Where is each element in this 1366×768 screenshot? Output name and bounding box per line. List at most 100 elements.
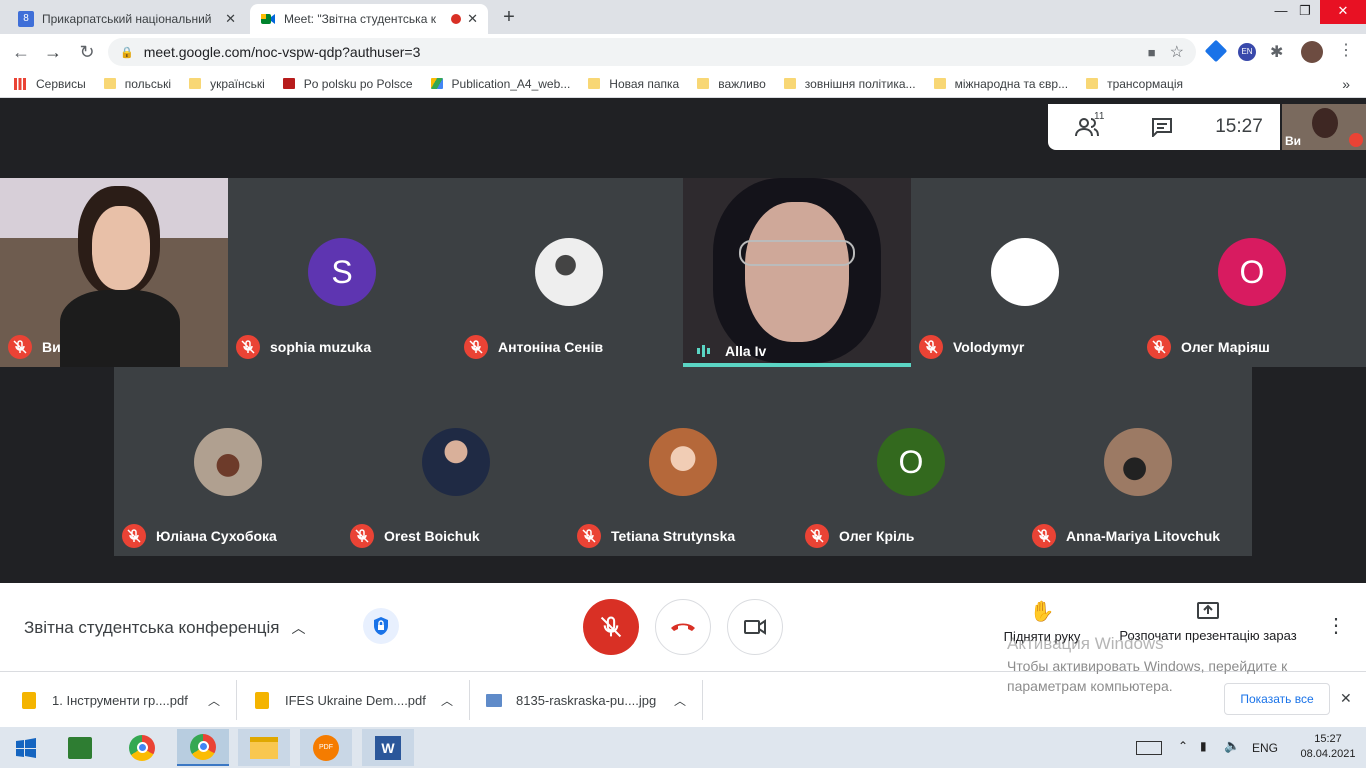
bookmark-folder[interactable]: українські — [189, 77, 265, 91]
camera-toggle-button[interactable] — [727, 599, 783, 655]
participant-tile[interactable]: Volodymyr — [911, 178, 1139, 367]
leave-call-button[interactable] — [655, 599, 711, 655]
participant-tile[interactable]: Ви — [0, 178, 228, 367]
video-camera-icon — [744, 619, 766, 635]
participant-tile[interactable]: Tetiana Strutynska — [569, 367, 797, 556]
extension-icon[interactable] — [1204, 39, 1228, 63]
close-downloads-icon[interactable]: ✕ — [1340, 690, 1352, 707]
tab-university[interactable]: 8 Прикарпатський національний ✕ — [8, 4, 246, 34]
glasses-shape — [739, 240, 855, 266]
back-icon[interactable]: ← — [10, 42, 32, 64]
tab-meet[interactable]: Meet: "Звітна студентська к ✕ — [250, 4, 488, 34]
download-item[interactable]: IFES Ukraine Dem....pdf ︿ — [237, 680, 470, 720]
participant-label: Ви — [8, 335, 61, 359]
bookmark-link[interactable]: Publication_A4_web... — [430, 77, 570, 91]
participant-tile[interactable]: О Олег Маріяш — [1139, 178, 1366, 367]
puzzle-icon[interactable]: ✱ — [1270, 42, 1283, 62]
volume-icon[interactable]: 🔈 — [1224, 738, 1240, 754]
bookmark-star-icon[interactable]: ☆ — [1170, 42, 1184, 62]
mic-off-icon — [350, 524, 374, 548]
show-hidden-icons[interactable]: ⌃ — [1178, 739, 1188, 753]
tab-title: Прикарпатський національний — [42, 12, 212, 26]
bookmark-label: польські — [124, 76, 172, 91]
language-extension-icon[interactable]: EN — [1238, 43, 1256, 61]
show-all-downloads-button[interactable]: Показать все — [1224, 683, 1330, 715]
pdf-reader-icon[interactable]: PDF — [300, 729, 352, 766]
url-text: meet.google.com/noc-vspw-qdp?authuser=3 — [143, 44, 421, 60]
camera-icon[interactable]: ■ — [1148, 45, 1156, 60]
participant-tile[interactable]: О Олег Кріль — [797, 367, 1024, 556]
meeting-time: 15:27 — [1215, 116, 1263, 137]
participant-avatar: О — [877, 428, 945, 496]
more-options-icon[interactable]: ⋮ — [1326, 613, 1346, 638]
chrome-icon[interactable] — [116, 729, 168, 766]
downloads-bar: 1. Інструменти гр....pdf ︿ IFES Ukraine … — [0, 658, 1366, 727]
mic-off-icon — [577, 524, 601, 548]
mic-off-icon — [464, 335, 488, 359]
clock[interactable]: 15:27 08.04.2021 — [1300, 732, 1356, 762]
close-tab-icon[interactable]: ✕ — [467, 11, 478, 27]
recording-icon — [451, 14, 462, 24]
close-window-button[interactable]: ✕ — [1320, 0, 1366, 24]
network-icon[interactable]: ▮ — [1200, 739, 1207, 753]
microphone-toggle-button[interactable] — [583, 599, 639, 655]
download-item[interactable]: 8135-raskraska-pu....jpg ︿ — [470, 680, 703, 720]
participant-tile[interactable]: Orest Boichuk — [342, 367, 569, 556]
word-icon[interactable]: W — [362, 729, 414, 766]
file-explorer-icon[interactable] — [238, 729, 290, 766]
bookmark-label: трансормація — [1107, 76, 1183, 91]
shield-lock-icon — [374, 617, 388, 635]
participant-label: Orest Boichuk — [350, 524, 480, 548]
participant-tile[interactable]: Anna-Mariya Litovchuk — [1024, 367, 1252, 556]
bookmark-folder[interactable]: зовнішня політика... — [783, 77, 916, 91]
input-language[interactable]: ENG — [1252, 741, 1278, 755]
start-button[interactable] — [0, 729, 52, 766]
participant-label: sophia muzuka — [236, 335, 371, 359]
bookmark-folder[interactable]: важливо — [697, 77, 766, 91]
reload-icon[interactable]: ↻ — [76, 42, 98, 64]
pdf-file-icon — [255, 691, 269, 709]
bookmark-folder[interactable]: польські — [103, 76, 172, 91]
mic-off-icon — [600, 616, 622, 638]
new-tab-button[interactable]: + — [498, 6, 520, 28]
keyboard-icon[interactable] — [1136, 741, 1162, 755]
bookmark-link[interactable]: Po polsku po Polsce — [282, 77, 413, 91]
participant-tile[interactable]: S sophia muzuka — [228, 178, 456, 367]
chat-button[interactable] — [1126, 117, 1198, 137]
folder-icon — [697, 78, 710, 89]
browser-menu-icon[interactable]: ⋮ — [1338, 40, 1354, 60]
chat-icon — [1152, 118, 1172, 137]
store-bag-shape — [68, 736, 92, 759]
bookmark-folder[interactable]: трансормація — [1086, 77, 1183, 91]
chevron-up-icon[interactable]: ︿ — [441, 692, 453, 709]
chrome-active-icon[interactable] — [177, 729, 229, 766]
forward-icon[interactable]: → — [42, 42, 64, 64]
bookmark-folder[interactable]: Новая папка — [588, 77, 679, 91]
chevron-up-icon[interactable]: ︿ — [208, 692, 220, 709]
participant-tile[interactable]: Юліана Сухобока — [114, 367, 342, 556]
download-filename: IFES Ukraine Dem....pdf — [285, 692, 426, 708]
participant-avatar: О — [1218, 238, 1286, 306]
host-controls-button[interactable] — [363, 608, 399, 644]
chevron-up-icon[interactable]: ︿ — [674, 692, 686, 709]
download-filename: 8135-raskraska-pu....jpg — [516, 692, 657, 708]
participant-tile-speaking[interactable]: Alla Iv — [683, 178, 911, 367]
close-tab-icon[interactable]: ✕ — [225, 11, 236, 27]
hang-up-icon — [671, 623, 695, 631]
people-button[interactable]: 11 — [1048, 111, 1126, 137]
meeting-details-button[interactable]: Звітна студентська конференція ︿ — [24, 618, 305, 638]
profile-avatar[interactable] — [1301, 41, 1323, 63]
store-icon[interactable] — [54, 729, 106, 766]
chrome-logo — [190, 733, 216, 760]
folder-icon — [588, 78, 601, 89]
word-logo: W — [375, 735, 401, 760]
participant-avatar — [649, 428, 717, 496]
bookmark-folder[interactable]: міжнародна та євр... — [933, 77, 1068, 91]
address-bar[interactable]: 🔒 meet.google.com/noc-vspw-qdp?authuser=… — [108, 38, 1196, 66]
self-view-thumbnail[interactable]: Ви — [1282, 104, 1366, 150]
download-item[interactable]: 1. Інструменти гр....pdf ︿ — [0, 680, 237, 720]
bookmarks-overflow-icon[interactable]: » — [1342, 76, 1350, 92]
folder-icon — [783, 78, 796, 89]
bookmark-apps[interactable]: Сервисы — [14, 77, 86, 91]
participant-tile[interactable]: Антоніна Сенів — [456, 178, 683, 367]
